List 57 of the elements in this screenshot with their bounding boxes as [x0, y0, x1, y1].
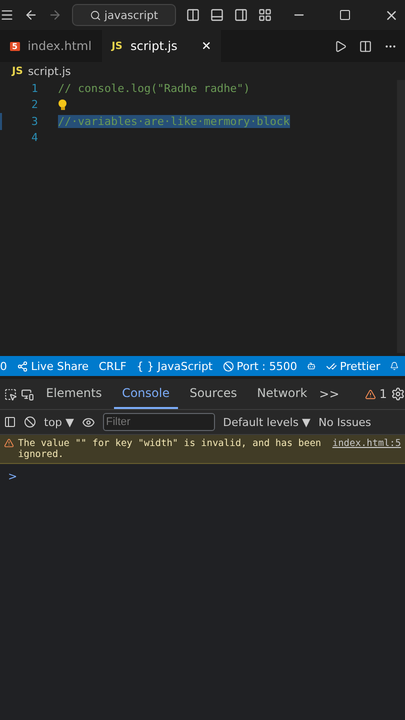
status-item[interactable]: { } JavaScript — [136, 360, 213, 372]
status-item[interactable]: 0 — [0, 360, 7, 372]
panel-right-icon[interactable] — [234, 8, 248, 22]
warning-icon — [4, 438, 14, 448]
layout-icon[interactable] — [258, 8, 272, 22]
run-icon[interactable] — [334, 40, 347, 52]
device-icon[interactable] — [21, 388, 34, 400]
status-item[interactable]: Port : 5500 — [222, 360, 298, 372]
split-icon[interactable] — [359, 40, 372, 52]
devtools-tab[interactable]: Network — [249, 379, 316, 409]
search-icon — [90, 10, 102, 20]
html-file-icon: 5 — [10, 42, 20, 50]
inspect-icon[interactable] — [4, 388, 17, 400]
forward-icon[interactable] — [48, 8, 62, 22]
breadcrumb-item[interactable]: script.js — [28, 64, 71, 78]
eye-icon[interactable] — [82, 416, 95, 428]
clear-icon[interactable] — [24, 416, 36, 428]
tab-label: script.js — [130, 39, 178, 53]
message-text: The value "" for key "width" is invalid, and has been ignored. — [18, 438, 322, 460]
levels-dropdown[interactable]: Default levels ▼ — [222, 416, 311, 428]
sidebar-icon[interactable] — [4, 416, 16, 428]
issues-button[interactable]: No Issues — [318, 416, 372, 428]
share-icon — [17, 360, 28, 372]
warning-icon — [365, 388, 376, 400]
line-number: 1 — [30, 82, 38, 95]
search-field[interactable]: javascript — [72, 4, 176, 26]
line-number: 3 — [30, 114, 38, 128]
status-item[interactable]: Live Share — [17, 360, 89, 372]
line-number: 2 — [30, 98, 38, 112]
tab-label: index.html — [28, 39, 92, 53]
maximize-icon[interactable] — [339, 9, 352, 21]
status-item[interactable]: Prettier — [326, 360, 380, 372]
check-icon — [326, 360, 337, 372]
context-dropdown[interactable]: top ▼ — [44, 416, 74, 428]
line-number: 4 — [30, 131, 38, 144]
source-link[interactable]: index.html:5 — [332, 438, 401, 460]
panel-bottom-icon[interactable] — [210, 8, 224, 22]
console-prompt[interactable]: > — [0, 464, 405, 489]
js-file-icon: JS — [12, 66, 23, 76]
devtools-tab[interactable]: Sources — [182, 379, 246, 409]
settings-icon[interactable] — [391, 387, 405, 401]
bell-icon[interactable] — [390, 360, 399, 372]
editor-tab[interactable]: JS script.js ✕ — [102, 30, 222, 62]
lightbulb-icon[interactable] — [58, 99, 68, 110]
copilot-icon[interactable] — [307, 360, 316, 372]
js-file-icon: JS — [112, 40, 122, 52]
port-icon — [222, 360, 234, 372]
code-line: // console.log("Radhe radhe") — [58, 82, 250, 95]
close-icon[interactable]: ✕ — [201, 39, 212, 53]
devtools-tab[interactable]: Elements — [38, 379, 110, 409]
back-icon[interactable] — [24, 8, 38, 22]
filter-field[interactable]: Filter — [102, 413, 215, 431]
status-item[interactable]: CRLF — [98, 360, 126, 372]
menu-icon[interactable] — [0, 8, 14, 22]
warning-count[interactable]: 1 — [365, 387, 387, 401]
more-tabs-button[interactable]: >> — [319, 387, 340, 401]
columns-icon[interactable] — [186, 8, 200, 22]
